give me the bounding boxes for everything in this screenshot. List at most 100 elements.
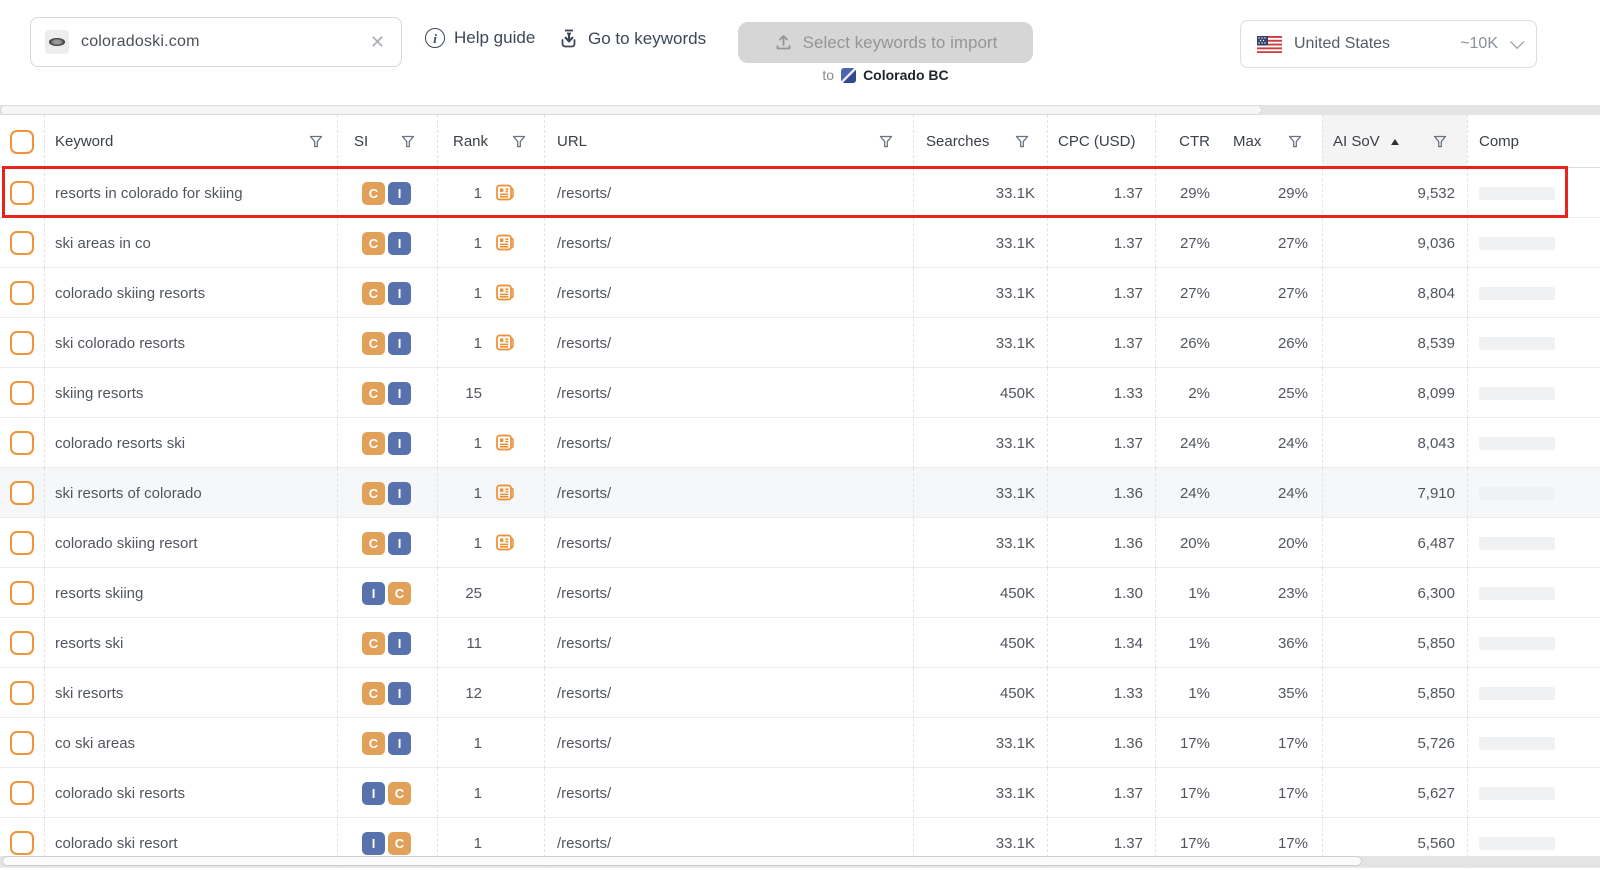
site-favicon <box>45 30 69 54</box>
keyword-text[interactable]: ski areas in co <box>45 235 151 252</box>
help-guide-button[interactable]: i Help guide <box>425 28 535 48</box>
row-checkbox[interactable] <box>10 431 34 455</box>
table-row[interactable]: colorado resorts ski CI 1 /resorts/ 33.1… <box>0 418 1600 468</box>
row-checkbox[interactable] <box>10 281 34 305</box>
row-checkbox[interactable] <box>10 681 34 705</box>
column-header-si[interactable]: SI <box>337 115 437 168</box>
row-checkbox[interactable] <box>10 631 34 655</box>
filter-icon[interactable] <box>1433 135 1447 149</box>
table-row[interactable]: ski resorts of colorado CI 1 /resorts/ 3… <box>0 468 1600 518</box>
row-checkbox[interactable] <box>10 531 34 555</box>
keyword-text[interactable]: colorado ski resort <box>45 835 178 852</box>
row-checkbox[interactable] <box>10 781 34 805</box>
scrollbar-thumb[interactable] <box>0 105 1262 115</box>
keyword-text[interactable]: colorado skiing resorts <box>45 285 205 302</box>
row-checkbox[interactable] <box>10 181 34 205</box>
table-row[interactable]: resorts ski CI 11 /resorts/ 450K 1.34 1%… <box>0 618 1600 668</box>
url-text[interactable]: /resorts/ <box>545 335 611 352</box>
column-header-rank[interactable]: Rank <box>437 115 544 168</box>
url-text[interactable]: /resorts/ <box>545 485 611 502</box>
table-row[interactable]: ski colorado resorts CI 1 /resorts/ 33.1… <box>0 318 1600 368</box>
filter-icon[interactable] <box>512 135 526 149</box>
filter-icon[interactable] <box>1288 135 1302 149</box>
serp-features-icon[interactable] <box>495 533 516 553</box>
row-checkbox[interactable] <box>10 731 34 755</box>
keyword-text[interactable]: ski resorts <box>45 685 123 702</box>
table-row[interactable]: ski resorts CI 12 /resorts/ 450K 1.33 1%… <box>0 668 1600 718</box>
serp-features-icon[interactable] <box>495 333 516 353</box>
us-flag-icon <box>1257 35 1282 53</box>
table-row[interactable]: co ski areas CI 1 /resorts/ 33.1K 1.36 1… <box>0 718 1600 768</box>
url-text[interactable]: /resorts/ <box>545 435 611 452</box>
competition-bar <box>1479 486 1555 500</box>
column-header-keyword[interactable]: Keyword <box>44 115 337 168</box>
table-row[interactable]: colorado ski resorts IC 1 /resorts/ 33.1… <box>0 768 1600 818</box>
url-text[interactable]: /resorts/ <box>545 185 611 202</box>
serp-features-icon[interactable] <box>495 433 516 453</box>
horizontal-scrollbar-bottom[interactable] <box>0 856 1600 867</box>
domain-search-value[interactable]: coloradoski.com <box>81 33 356 51</box>
table-row[interactable]: resorts in colorado for skiing CI 1 /res… <box>0 166 1600 218</box>
url-text[interactable]: /resorts/ <box>545 835 611 852</box>
go-to-keywords-button[interactable]: Go to keywords <box>558 28 706 49</box>
table-row[interactable]: ski areas in co CI 1 /resorts/ 33.1K 1.3… <box>0 218 1600 268</box>
keyword-text[interactable]: skiing resorts <box>45 385 143 402</box>
row-checkbox[interactable] <box>10 581 34 605</box>
row-checkbox[interactable] <box>10 831 34 855</box>
keyword-text[interactable]: colorado ski resorts <box>45 785 185 802</box>
column-header-comp[interactable]: Comp <box>1467 115 1600 168</box>
serp-features-icon[interactable] <box>495 233 516 253</box>
country-volume-dropdown[interactable]: United States ~10K <box>1240 20 1537 68</box>
rank-value: 15 <box>465 384 482 402</box>
url-text[interactable]: /resorts/ <box>545 635 611 652</box>
domain-search-input[interactable]: coloradoski.com ✕ <box>30 17 402 67</box>
keyword-text[interactable]: resorts ski <box>45 635 123 652</box>
column-header-ai-sov[interactable]: AI SoV <box>1322 115 1467 168</box>
clear-search-icon[interactable]: ✕ <box>368 32 387 53</box>
url-text[interactable]: /resorts/ <box>545 385 611 402</box>
keyword-text[interactable]: colorado skiing resort <box>45 535 198 552</box>
row-checkbox[interactable] <box>10 381 34 405</box>
column-header-cpc[interactable]: CPC (USD) <box>1047 115 1155 168</box>
serp-features-icon[interactable] <box>495 183 516 203</box>
url-text[interactable]: /resorts/ <box>545 685 611 702</box>
horizontal-scrollbar-top[interactable] <box>0 105 1600 115</box>
intent-badges: CI <box>338 231 437 255</box>
keyword-text[interactable]: co ski areas <box>45 735 135 752</box>
keyword-text[interactable]: ski resorts of colorado <box>45 485 202 502</box>
scrollbar-thumb[interactable] <box>2 856 1362 866</box>
serp-features-icon[interactable] <box>495 283 516 303</box>
keyword-text[interactable]: ski colorado resorts <box>45 335 185 352</box>
url-text[interactable]: /resorts/ <box>545 285 611 302</box>
cpc-value: 1.36 <box>1113 484 1143 502</box>
column-header-url[interactable]: URL <box>544 115 913 168</box>
url-text[interactable]: /resorts/ <box>545 785 611 802</box>
searches-cell: 450K <box>913 668 1047 718</box>
url-text[interactable]: /resorts/ <box>545 735 611 752</box>
filter-icon[interactable] <box>401 135 415 149</box>
table-row[interactable]: skiing resorts CI 15 /resorts/ 450K 1.33… <box>0 368 1600 418</box>
filter-icon[interactable] <box>879 135 893 149</box>
url-cell: /resorts/ <box>544 418 913 468</box>
serp-features-icon[interactable] <box>495 483 516 503</box>
table-row[interactable]: colorado skiing resort CI 1 /resorts/ 33… <box>0 518 1600 568</box>
cpc-cell: 1.34 <box>1047 618 1155 668</box>
url-text[interactable]: /resorts/ <box>545 535 611 552</box>
column-header-ctr[interactable]: CTR <box>1155 115 1225 168</box>
filter-icon[interactable] <box>1015 135 1029 149</box>
row-checkbox[interactable] <box>10 481 34 505</box>
select-all-checkbox[interactable] <box>10 129 34 154</box>
row-checkbox[interactable] <box>10 231 34 255</box>
url-text[interactable]: /resorts/ <box>545 585 611 602</box>
table-row[interactable]: colorado skiing resorts CI 1 /resorts/ 3… <box>0 268 1600 318</box>
row-checkbox[interactable] <box>10 331 34 355</box>
url-text[interactable]: /resorts/ <box>545 235 611 252</box>
keyword-text[interactable]: colorado resorts ski <box>45 435 185 452</box>
column-header-max[interactable]: Max <box>1225 115 1322 168</box>
select-keywords-import-button[interactable]: Select keywords to import <box>738 22 1033 63</box>
table-row[interactable]: resorts skiing IC 25 /resorts/ 450K 1.30… <box>0 568 1600 618</box>
keyword-text[interactable]: resorts in colorado for skiing <box>45 185 243 202</box>
column-header-searches[interactable]: Searches <box>913 115 1047 168</box>
keyword-text[interactable]: resorts skiing <box>45 585 143 602</box>
filter-icon[interactable] <box>309 135 323 149</box>
